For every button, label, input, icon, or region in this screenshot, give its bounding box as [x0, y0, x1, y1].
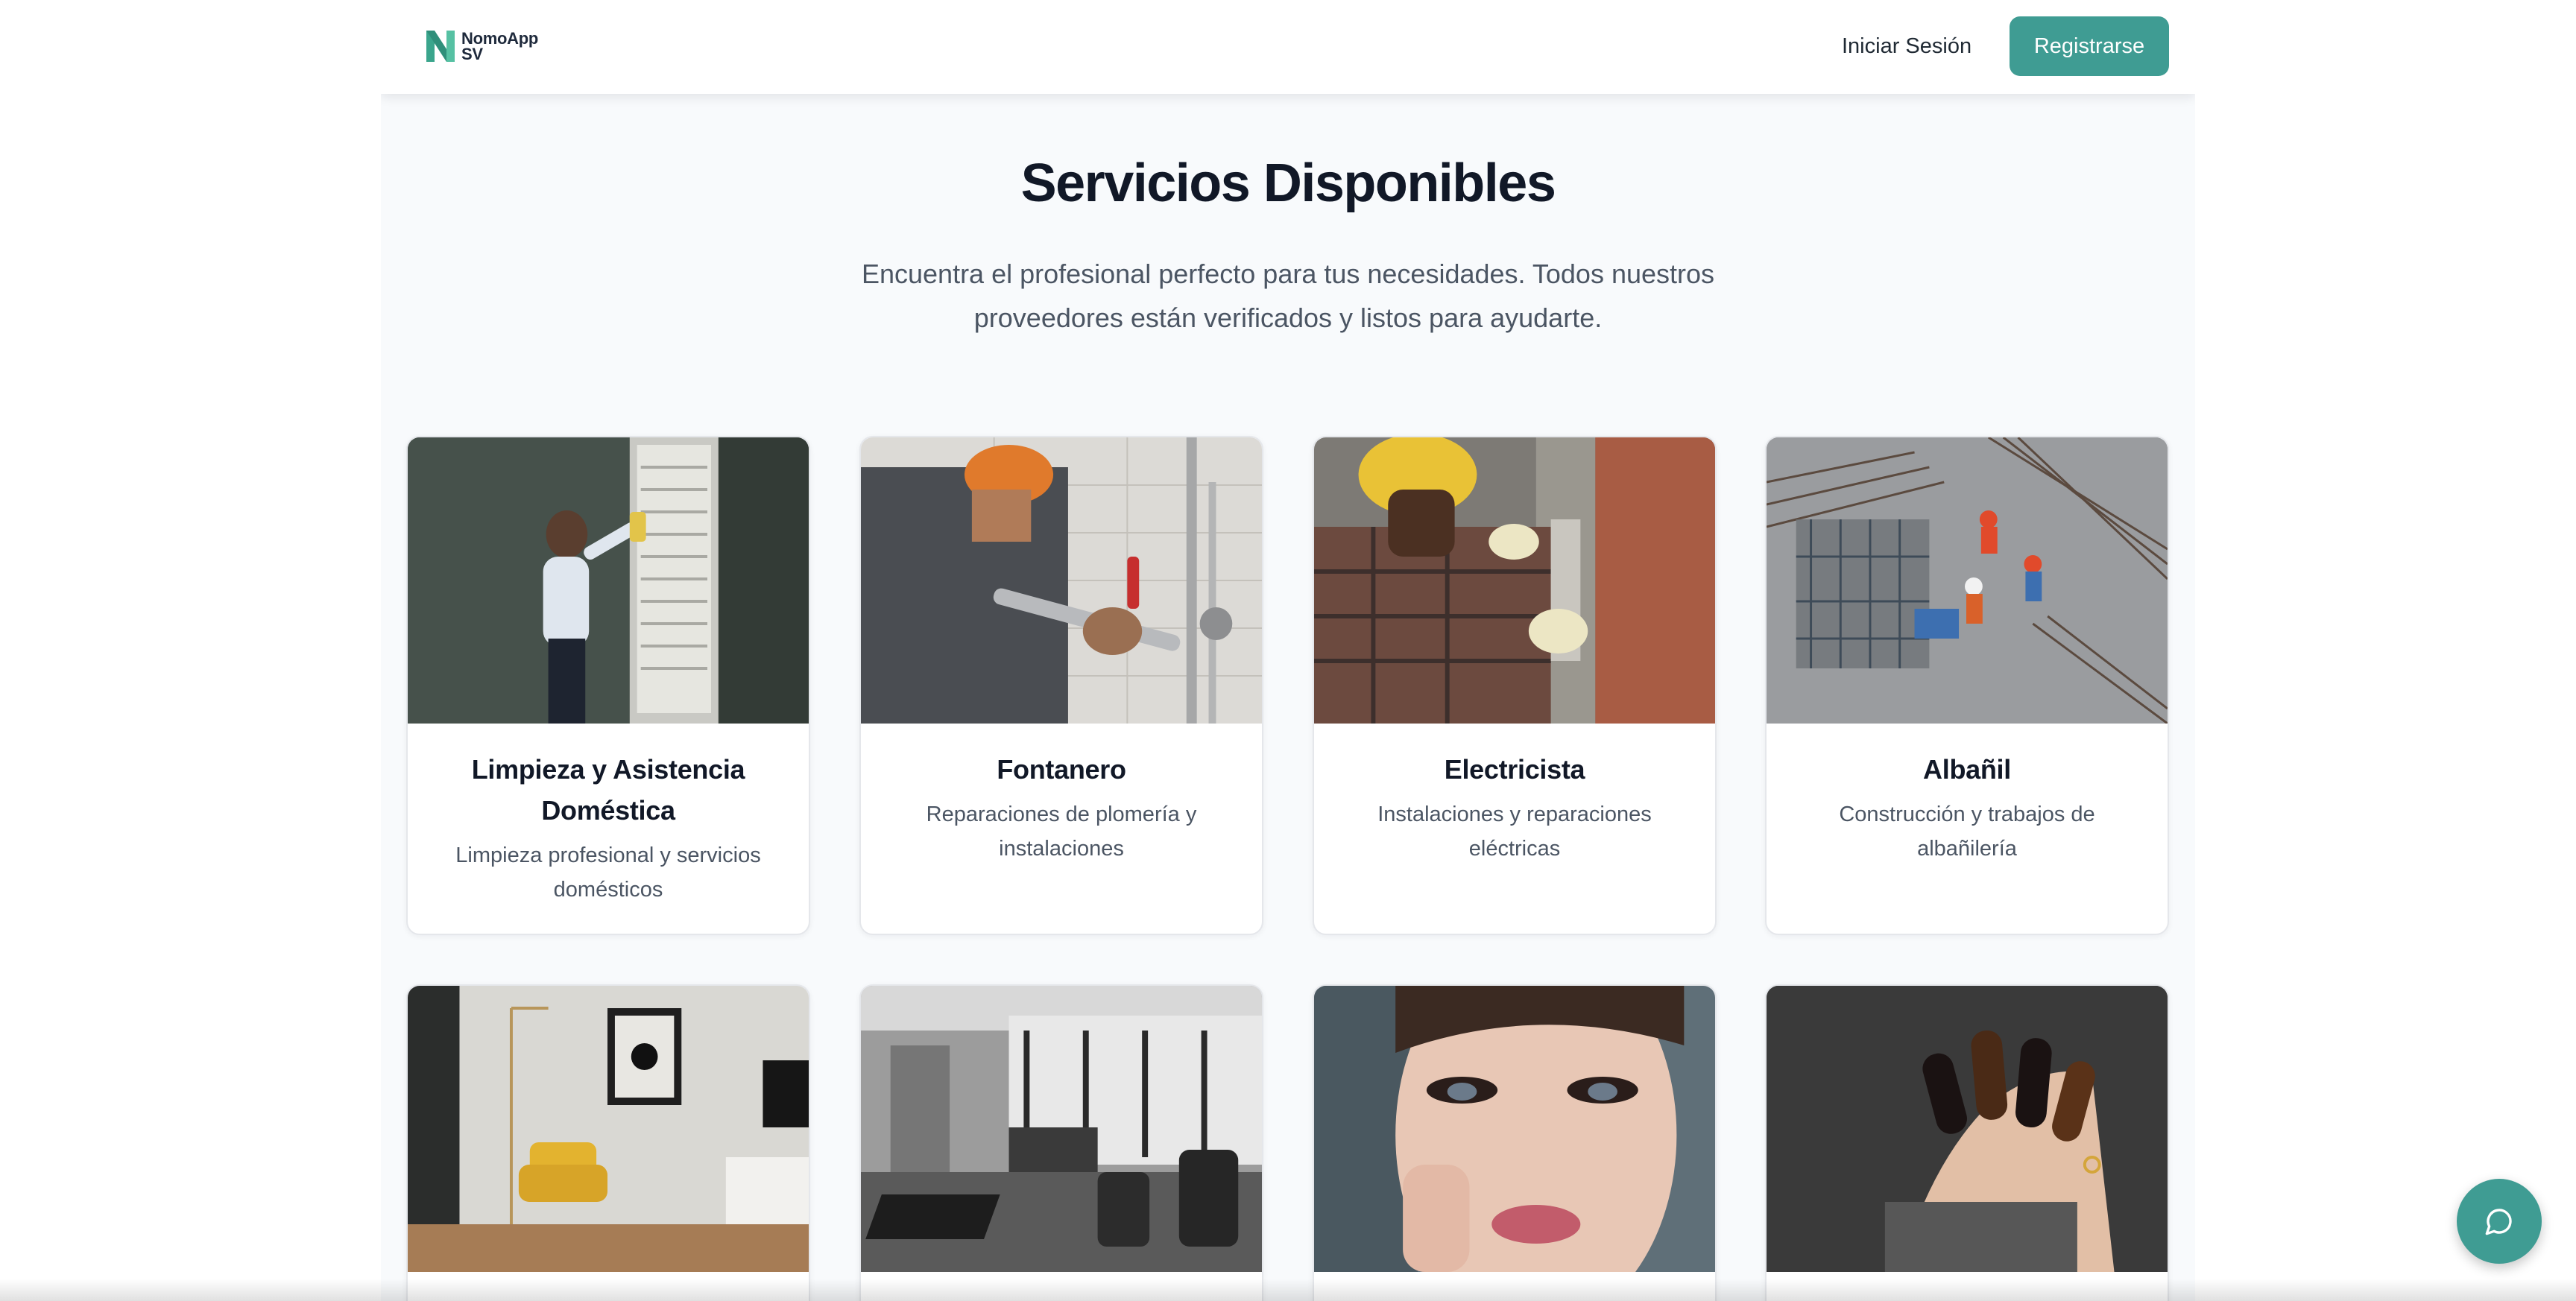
card-description: Instalaciones y reparaciones eléctricas — [1377, 803, 1652, 861]
service-card-barber[interactable] — [859, 984, 1263, 1301]
n-logo-icon — [426, 31, 455, 62]
nails-photo — [1767, 986, 2168, 1272]
logo-text: NomoApp SV — [461, 29, 538, 63]
card-title: Electricista — [1444, 754, 1585, 785]
card-body: Limpieza y Asistencia Doméstica Limpieza… — [408, 724, 809, 907]
service-card-makeup[interactable] — [1313, 984, 1717, 1301]
service-card-electrician[interactable]: Electricista Instalaciones y reparacione… — [1313, 436, 1717, 935]
electrician-photo — [1314, 437, 1715, 724]
chat-bubble-icon — [2485, 1209, 2512, 1235]
logo[interactable]: NomoApp SV — [424, 28, 538, 64]
page-title: Servicios Disponibles — [1020, 153, 1556, 213]
card-title: Albañil — [1923, 754, 2011, 785]
card-title: Fontanero — [997, 754, 1126, 785]
barber-salon-photo — [861, 986, 1262, 1272]
logo-line1: NomoApp — [461, 29, 538, 48]
page-subtitle: Encuentra el profesional perfecto para t… — [861, 259, 1715, 333]
card-description: Reparaciones de plomería y instalaciones — [926, 803, 1197, 861]
service-card-interior[interactable] — [406, 984, 810, 1301]
login-link[interactable]: Iniciar Sesión — [1842, 28, 1972, 64]
chat-button[interactable] — [2457, 1179, 2542, 1264]
interior-design-photo — [408, 986, 809, 1272]
logo-line2: SV — [461, 45, 483, 63]
register-button[interactable]: Registrarse — [2010, 16, 2169, 76]
construction-photo — [1767, 437, 2168, 724]
site-header: NomoApp SV Iniciar Sesión Registrarse — [381, 0, 2195, 94]
cleaning-photo — [408, 437, 809, 724]
card-description: Construcción y trabajos de albañilería — [1839, 803, 2095, 861]
card-body: Albañil Construcción y trabajos de albañ… — [1767, 724, 2168, 866]
card-body: Fontanero Reparaciones de plomería y ins… — [861, 724, 1262, 866]
service-card-construction[interactable]: Albañil Construcción y trabajos de albañ… — [1765, 436, 2169, 935]
page-container: NomoApp SV Iniciar Sesión Registrarse Se… — [381, 0, 2195, 1301]
service-card-cleaning[interactable]: Limpieza y Asistencia Doméstica Limpieza… — [406, 436, 810, 935]
card-title: Limpieza y Asistencia Doméstica — [471, 754, 745, 826]
makeup-photo — [1314, 986, 1715, 1272]
service-card-nails[interactable] — [1765, 984, 2169, 1301]
plumber-photo — [861, 437, 1262, 724]
card-description: Limpieza profesional y servicios domésti… — [455, 843, 761, 902]
service-card-plumber[interactable]: Fontanero Reparaciones de plomería y ins… — [859, 436, 1263, 935]
card-body: Electricista Instalaciones y reparacione… — [1314, 724, 1715, 866]
